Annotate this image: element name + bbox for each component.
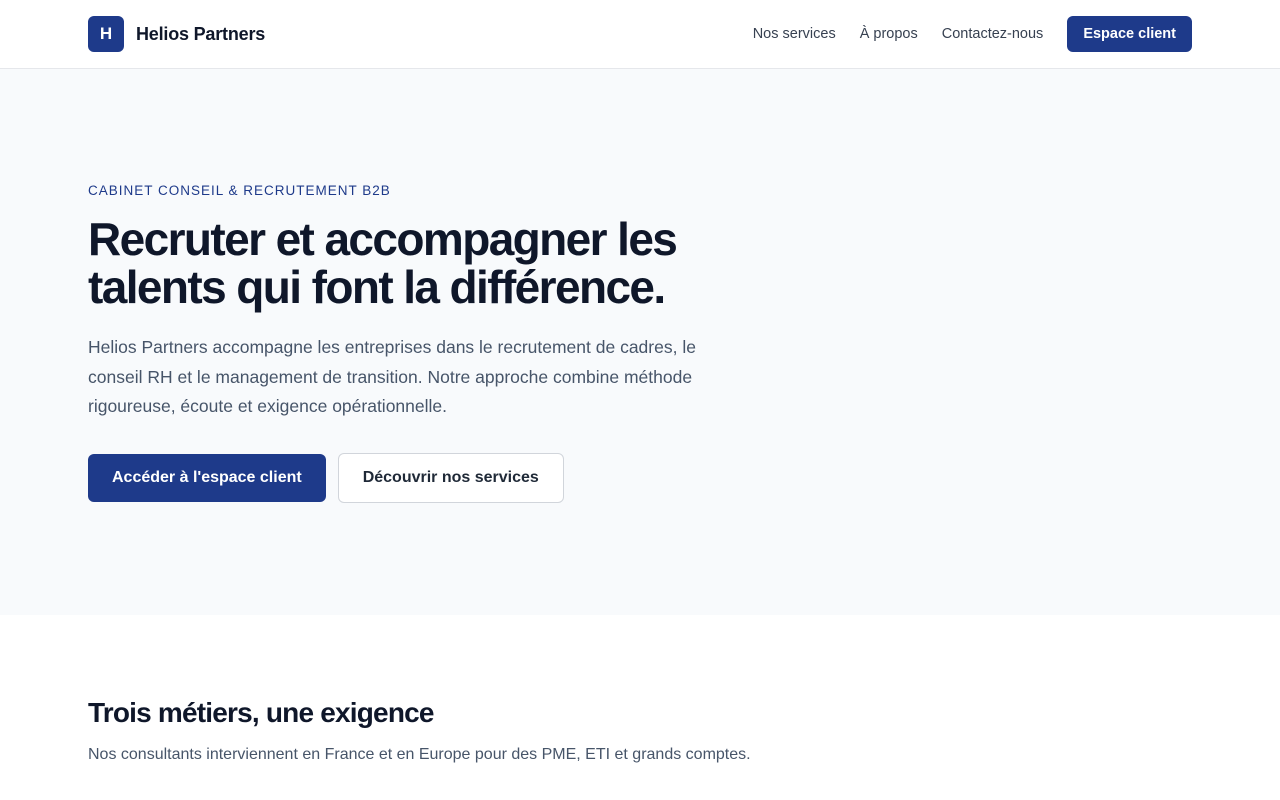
- brand[interactable]: H Helios Partners: [88, 16, 265, 52]
- services-subtitle: Nos consultants interviennent en France …: [88, 746, 751, 763]
- brand-name[interactable]: Helios Partners: [136, 24, 265, 45]
- main-nav: Nos services À propos Contactez-nous Esp…: [753, 16, 1192, 52]
- hero-section: CABINET CONSEIL & RECRUTEMENT B2B Recrut…: [0, 69, 1280, 615]
- hero-eyebrow: CABINET CONSEIL & RECRUTEMENT B2B: [88, 183, 391, 198]
- access-client-area-button[interactable]: Accéder à l'espace client: [88, 454, 326, 502]
- discover-services-button[interactable]: Découvrir nos services: [337, 453, 564, 503]
- nav-link-about[interactable]: À propos: [860, 26, 918, 42]
- site-header: H Helios Partners Nos services À propos …: [0, 0, 1280, 69]
- nav-link-contact[interactable]: Contactez-nous: [942, 26, 1044, 42]
- hero-actions: Accéder à l'espace client Découvrir nos …: [88, 453, 564, 503]
- services-title: Trois métiers, une exigence: [88, 697, 434, 728]
- client-area-button[interactable]: Espace client: [1067, 16, 1192, 52]
- nav-link-services[interactable]: Nos services: [753, 26, 836, 42]
- hero-title: Recruter et accompagner les talents qui …: [88, 213, 678, 313]
- brand-logo-icon[interactable]: H: [88, 16, 124, 52]
- hero-lead: Helios Partners accompagne les entrepris…: [88, 337, 696, 416]
